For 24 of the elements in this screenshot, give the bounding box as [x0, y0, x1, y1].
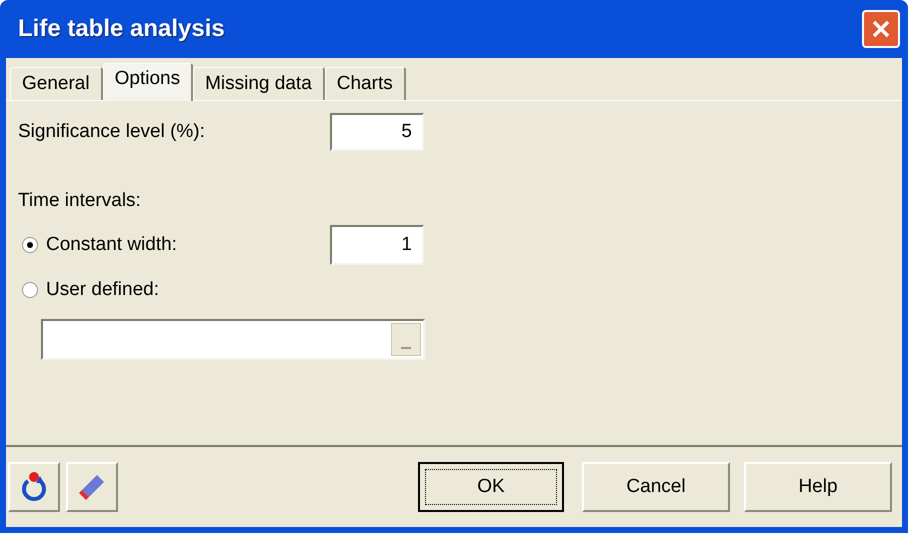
radio-label: User defined: — [46, 278, 160, 302]
tab[interactable]: General — [10, 67, 103, 100]
close-button[interactable] — [862, 10, 900, 48]
tab[interactable]: Charts — [324, 67, 406, 100]
radio-button[interactable] — [22, 237, 38, 253]
radio-label: Constant width: — [46, 232, 177, 257]
eraser-button[interactable] — [66, 462, 118, 512]
tab[interactable]: Options — [102, 63, 194, 101]
significance-field[interactable]: 5 — [330, 113, 424, 151]
reset-button[interactable] — [8, 462, 60, 512]
radio-button[interactable] — [22, 282, 38, 298]
eraser-icon — [77, 472, 107, 502]
time-intervals-label: Time intervals: — [18, 188, 141, 212]
significance-label: Significance level (%): — [18, 120, 206, 144]
browse-button[interactable] — [391, 323, 421, 356]
dialog-button[interactable]: Cancel — [582, 462, 730, 512]
window-title: Life table analysis — [18, 14, 225, 44]
close-icon — [871, 19, 891, 39]
tab[interactable]: Missing data — [193, 67, 325, 100]
reset-icon — [19, 471, 49, 503]
constant-width-field[interactable]: 1 — [330, 225, 424, 265]
user-defined-field[interactable] — [41, 319, 425, 360]
dialog-button[interactable]: OK — [418, 462, 564, 512]
dialog-button[interactable]: Help — [744, 462, 892, 512]
